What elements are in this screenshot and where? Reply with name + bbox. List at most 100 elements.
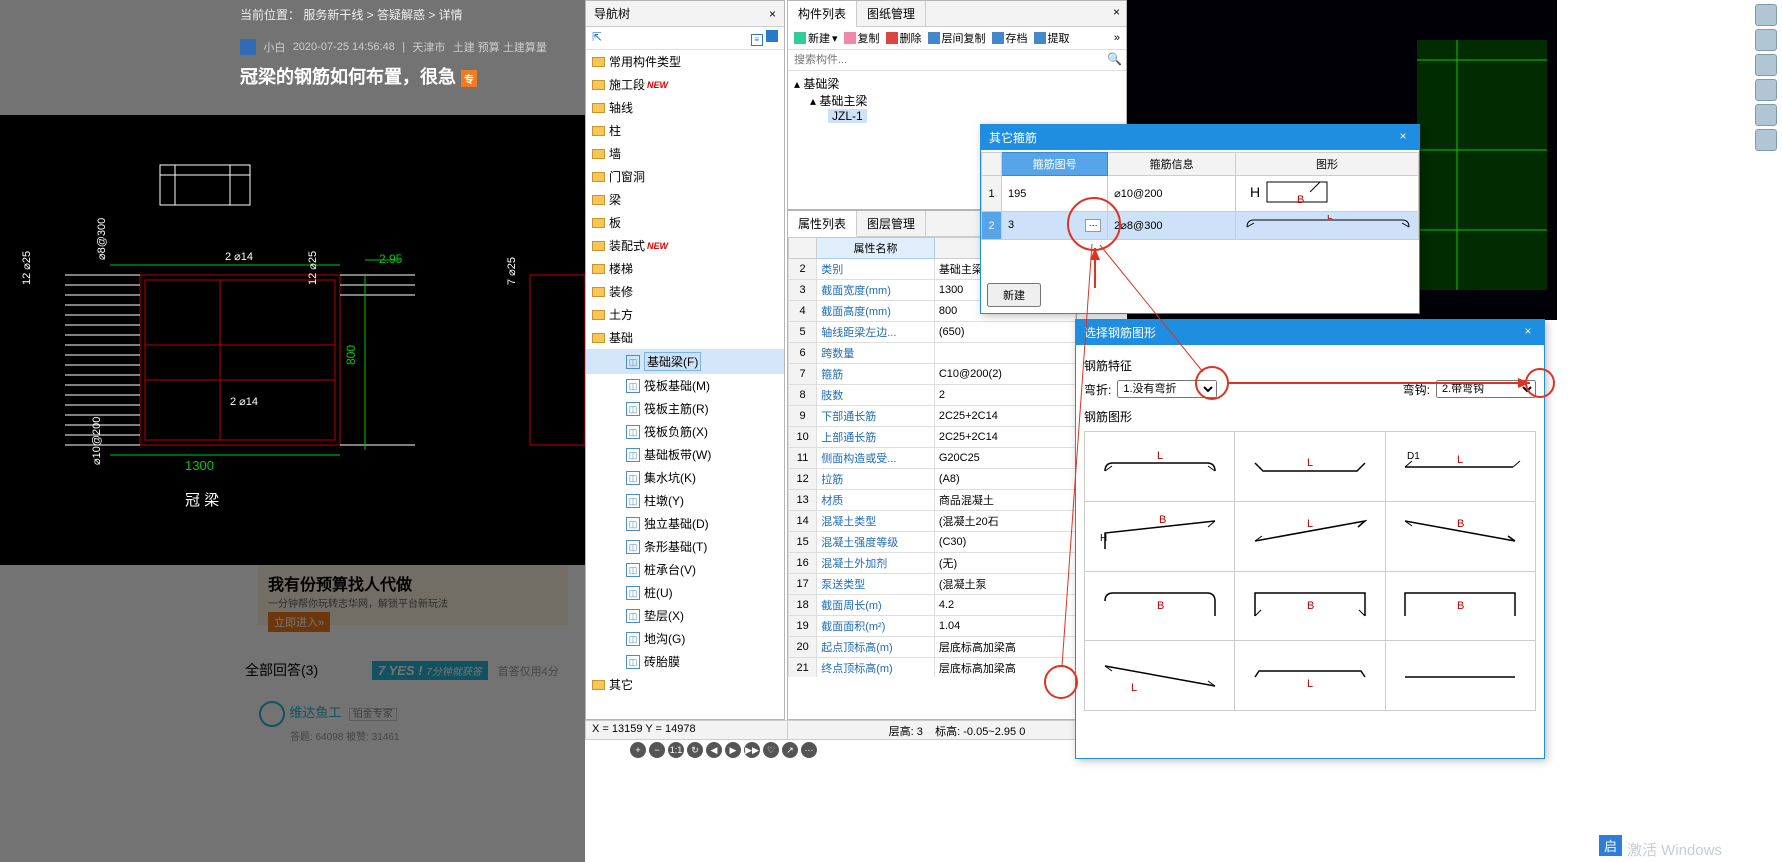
share-icon[interactable]: ↗ [782, 742, 798, 758]
nav-item[interactable]: ◫筏板基础(M) [586, 374, 784, 397]
new-button[interactable]: 新建 ▾ [794, 30, 838, 46]
close-icon[interactable]: × [1520, 324, 1536, 341]
copy-button[interactable]: 复制 [844, 30, 880, 46]
next-icon[interactable]: ▶▶ [744, 742, 760, 758]
activate-button[interactable]: 启 [1599, 835, 1622, 856]
archive-button[interactable]: 存档 [992, 30, 1028, 46]
nav-item[interactable]: 其它 [586, 673, 784, 696]
search-icon[interactable]: 🔍 [1107, 52, 1122, 66]
nav-item[interactable]: 自定义 [586, 696, 784, 700]
fit-icon[interactable]: 1:1 [668, 742, 684, 758]
cube-front-icon[interactable] [1755, 29, 1777, 51]
bend-select[interactable]: 1.没有弯折 [1117, 380, 1217, 398]
prev-icon[interactable]: ◀ [706, 742, 722, 758]
play-icon[interactable]: ▶ [725, 742, 741, 758]
nav-item[interactable]: 柱 [586, 119, 784, 142]
nav-item[interactable]: ◫桩承台(V) [586, 558, 784, 581]
shape-option[interactable]: B [1386, 502, 1536, 572]
grid-icon[interactable] [1755, 129, 1777, 151]
property-row[interactable]: 21终点顶标高(m)层底标高加梁高 [789, 658, 1076, 678]
extract-button[interactable]: 提取 [1034, 30, 1070, 46]
property-row[interactable]: 17泵送类型(混凝土泵 [789, 574, 1076, 595]
hook-select[interactable]: 2.带弯钩 [1436, 380, 1536, 398]
tree-node-root[interactable]: ▴ 基础梁 [794, 75, 1120, 92]
minus-icon[interactable]: − [649, 742, 665, 758]
nav-item[interactable]: 常用构件类型 [586, 50, 784, 73]
property-row[interactable]: 5轴线距梁左边...(650) [789, 322, 1076, 343]
grid-view-icon[interactable] [766, 30, 778, 42]
refresh-icon[interactable]: ↻ [687, 742, 703, 758]
nav-item[interactable]: ◫筏板负筋(X) [586, 420, 784, 443]
nav-item[interactable]: 基础 [586, 326, 784, 349]
close-icon[interactable]: × [1107, 1, 1126, 26]
property-row[interactable]: 9下部通长筋2C25+2C14 [789, 406, 1076, 427]
nav-item[interactable]: ◫地沟(G) [586, 627, 784, 650]
shape-option[interactable]: D1L [1386, 432, 1536, 502]
new-button[interactable]: 新建 [987, 283, 1041, 307]
more-button[interactable]: ⋯ [1085, 219, 1101, 232]
more-icon[interactable]: » [1114, 32, 1120, 44]
nav-item[interactable]: ◫砖胎膜 [586, 650, 784, 673]
close-icon[interactable]: × [769, 7, 776, 21]
shape-option[interactable]: B [1235, 572, 1385, 642]
tree-node-sub[interactable]: ▴ 基础主梁 [794, 92, 1120, 109]
table-row[interactable]: 1195⌀10@200 HB [982, 176, 1419, 212]
shape-option[interactable]: L [1235, 502, 1385, 572]
nav-item[interactable]: 墙 [586, 142, 784, 165]
tab-layer-manage[interactable]: 图层管理 [857, 211, 926, 236]
nav-item[interactable]: 板 [586, 211, 784, 234]
nav-item[interactable]: 装修 [586, 280, 784, 303]
shape-option[interactable] [1386, 641, 1536, 711]
rotate-icon[interactable] [1755, 104, 1777, 126]
nav-item[interactable]: 轴线 [586, 96, 784, 119]
shape-option[interactable]: L [1085, 641, 1235, 711]
property-row[interactable]: 7箍筋C10@200(2) [789, 364, 1076, 385]
property-row[interactable]: 20起点顶标高(m)层底标高加梁高 [789, 637, 1076, 658]
nav-item[interactable]: ◫基础梁(F) [586, 349, 784, 374]
shape-option[interactable]: HB [1085, 502, 1235, 572]
shape-option[interactable]: L [1235, 432, 1385, 502]
nav-item[interactable]: 装配式NEW [586, 234, 784, 257]
tab-component-list[interactable]: 构件列表 [788, 1, 857, 27]
table-row[interactable]: 23⋯2⌀8@300 L [982, 212, 1419, 240]
shape-option[interactable]: B [1085, 572, 1235, 642]
nav-item[interactable]: 土方 [586, 303, 784, 326]
heart-icon[interactable]: ♡ [763, 742, 779, 758]
more-icon[interactable]: ⋯ [801, 742, 817, 758]
tree-node-leaf[interactable]: JZL-1 [794, 109, 1120, 123]
property-row[interactable]: 16混凝土外加剂(无) [789, 553, 1076, 574]
nav-item[interactable]: ◫垫层(X) [586, 604, 784, 627]
nav-item[interactable]: ◫集水坑(K) [586, 466, 784, 489]
property-row[interactable]: 11侧面构造或受...G20C25 [789, 448, 1076, 469]
nav-item[interactable]: ◫桩(U) [586, 581, 784, 604]
property-row[interactable]: 15混凝土强度等级(C30) [789, 532, 1076, 553]
property-row[interactable]: 13材质商品混凝土 [789, 490, 1076, 511]
list-view-icon[interactable]: ≡ [751, 34, 763, 46]
nav-item[interactable]: ◫柱墩(Y) [586, 489, 784, 512]
nav-item[interactable]: ◫条形基础(T) [586, 535, 784, 558]
cube-side-icon[interactable] [1755, 54, 1777, 76]
layer-copy-button[interactable]: 层间复制 [928, 30, 986, 46]
plus-icon[interactable]: + [630, 742, 646, 758]
property-row[interactable]: 18截面周长(m)4.2 [789, 595, 1076, 616]
property-row[interactable]: 8肢数2 [789, 385, 1076, 406]
property-row[interactable]: 14混凝土类型(混凝土20石 [789, 511, 1076, 532]
cube-iso-icon[interactable] [1755, 79, 1777, 101]
nav-item[interactable]: 楼梯 [586, 257, 784, 280]
nav-item[interactable]: 门窗洞 [586, 165, 784, 188]
property-row[interactable]: 10上部通长筋2C25+2C14 [789, 427, 1076, 448]
shape-option[interactable]: L [1085, 432, 1235, 502]
property-row[interactable]: 19截面面积(m²)1.04 [789, 616, 1076, 637]
tab-drawing-manage[interactable]: 图纸管理 [857, 1, 926, 26]
close-icon[interactable]: × [1395, 129, 1411, 146]
nav-item[interactable]: ◫基础板带(W) [586, 443, 784, 466]
nav-item[interactable]: ◫独立基础(D) [586, 512, 784, 535]
pin-icon[interactable]: ⇱ [592, 30, 606, 44]
nav-item[interactable]: ◫筏板主筋(R) [586, 397, 784, 420]
nav-item[interactable]: 梁 [586, 188, 784, 211]
nav-item[interactable]: 施工段NEW [586, 73, 784, 96]
search-input[interactable] [792, 52, 1102, 68]
shape-option[interactable]: B [1386, 572, 1536, 642]
delete-button[interactable]: 删除 [886, 30, 922, 46]
property-row[interactable]: 12拉筋(A8) [789, 469, 1076, 490]
